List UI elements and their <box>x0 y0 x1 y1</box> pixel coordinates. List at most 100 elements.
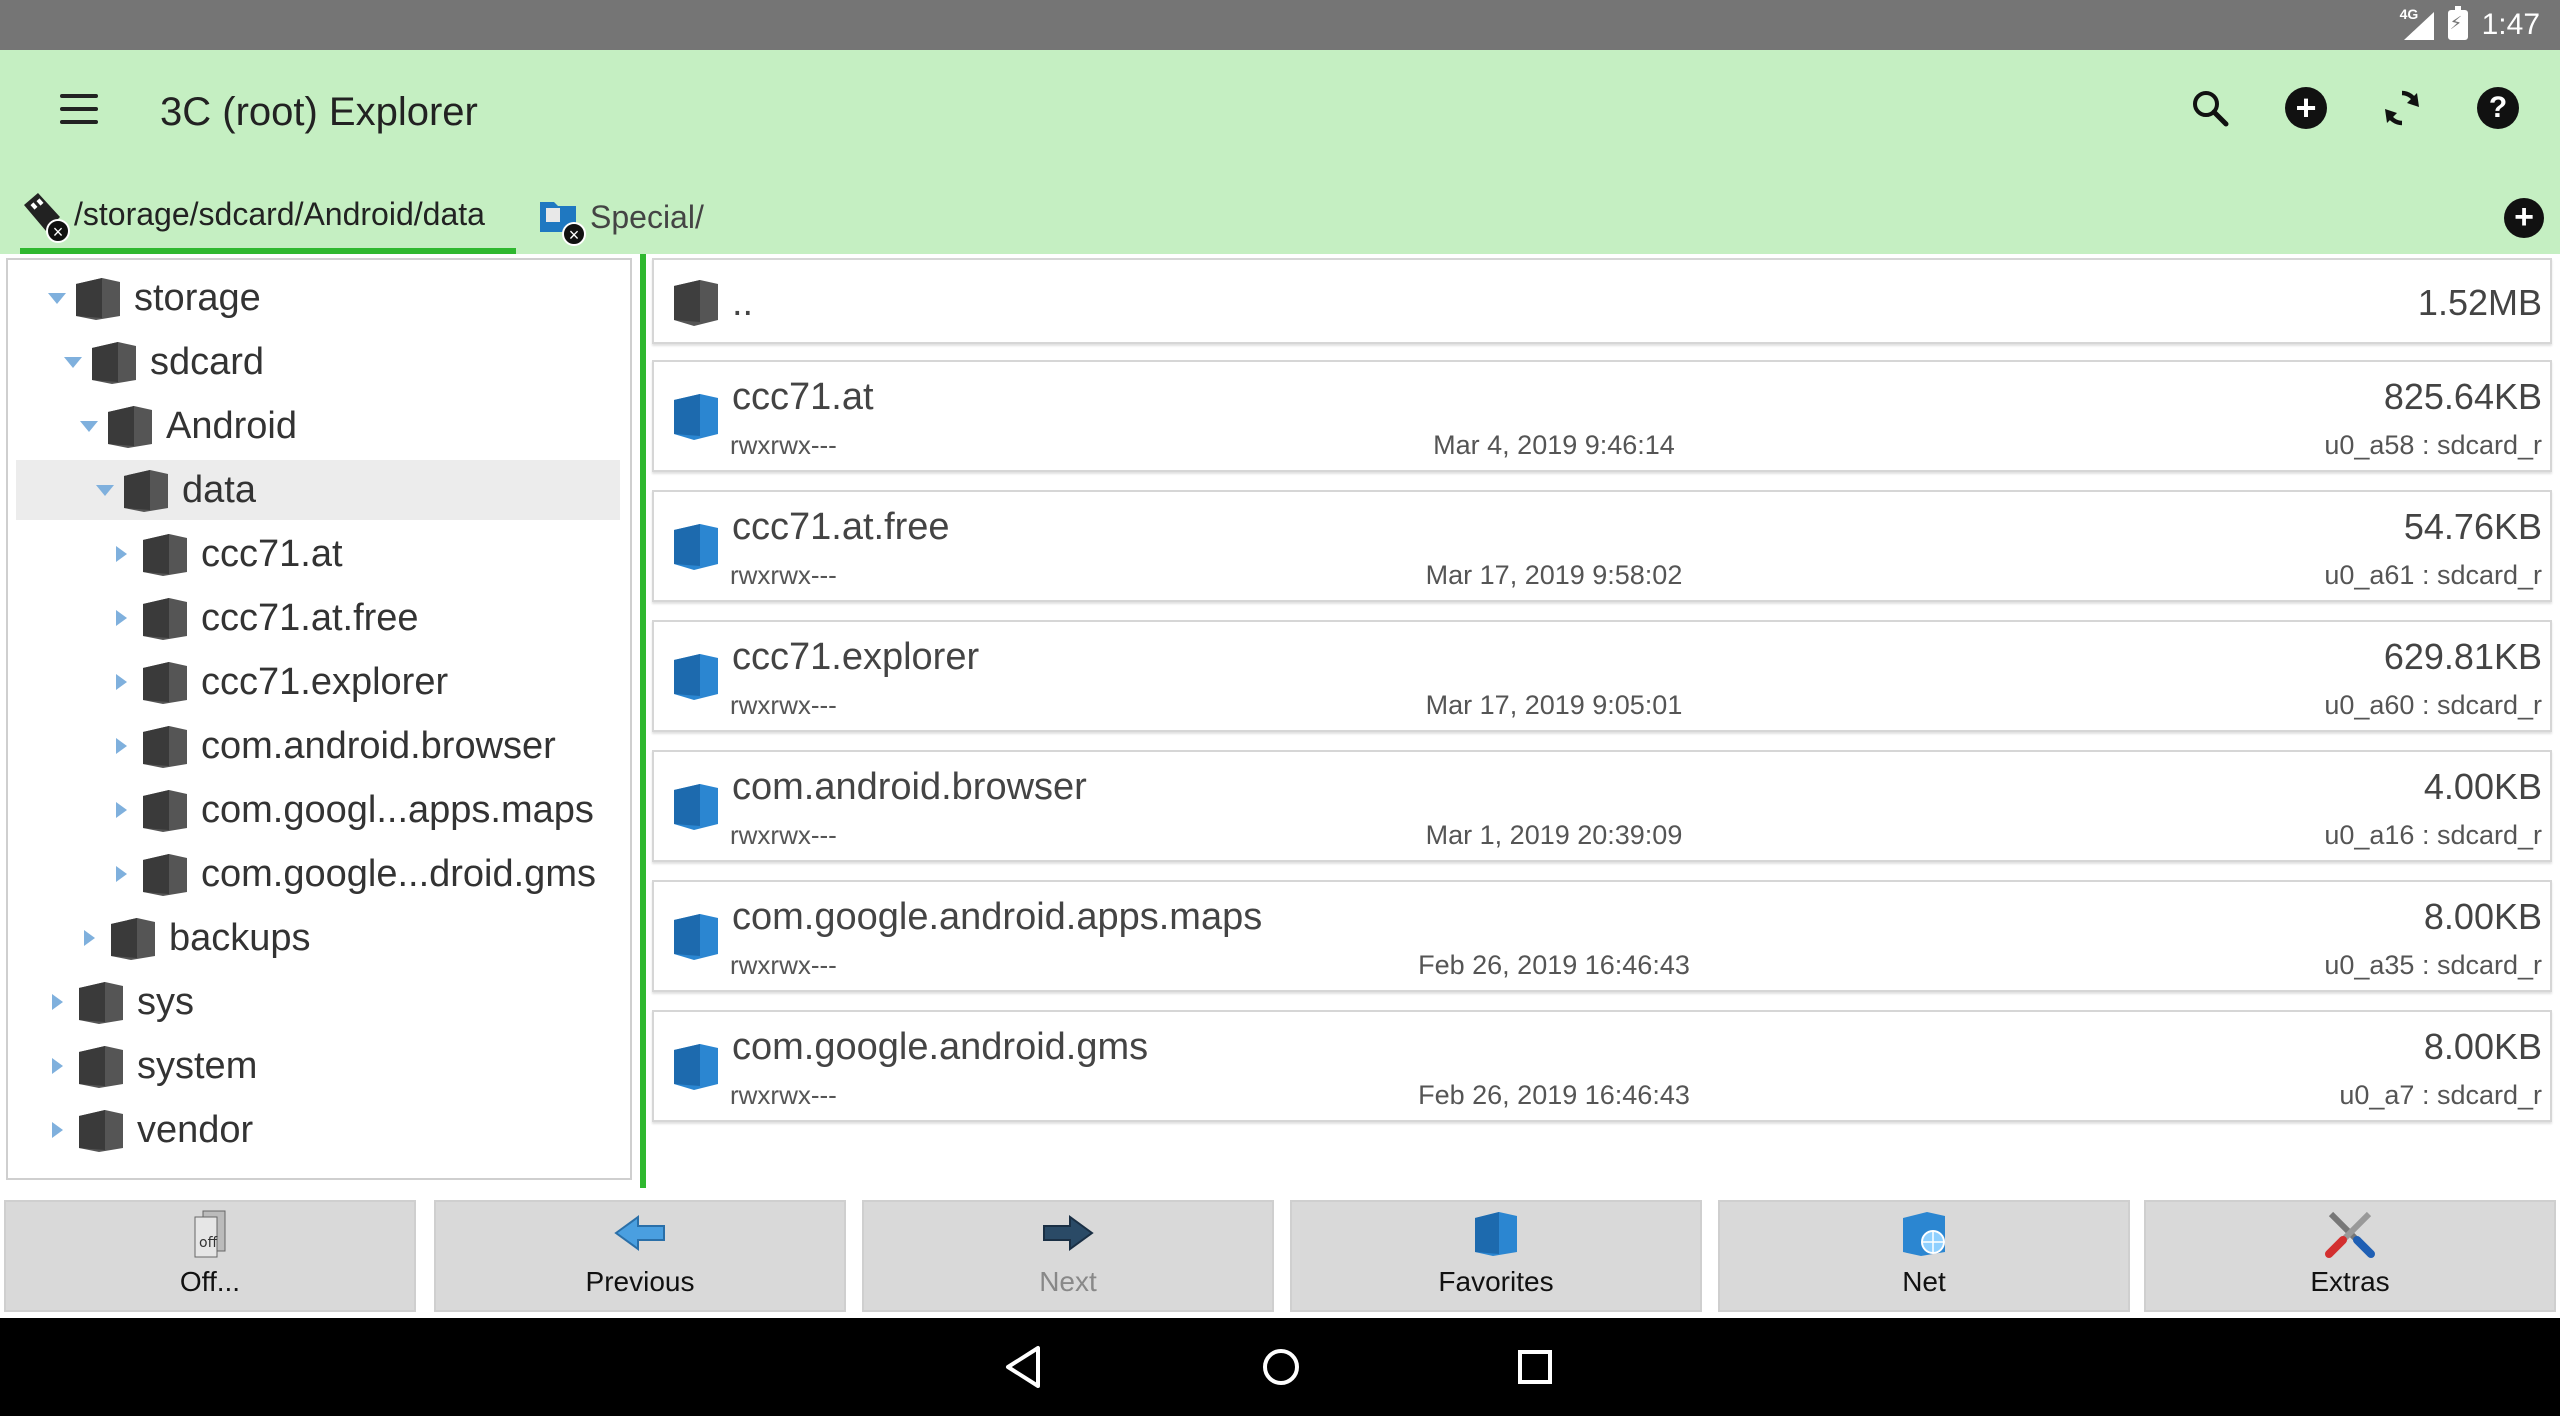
collapse-arrow-icon[interactable] <box>80 420 98 432</box>
tree-item[interactable]: com.google...droid.gms <box>8 844 596 904</box>
file-date: Feb 26, 2019 16:46:43 <box>1418 950 1690 980</box>
button-label: Previous <box>585 1266 695 1297</box>
tree-item-label: ccc71.at.free <box>201 596 419 639</box>
recents-icon[interactable] <box>1508 1340 1562 1394</box>
tree-item-label: com.android.browser <box>201 724 556 767</box>
file-owner: u0_a60 : sdcard_r <box>2324 690 2542 720</box>
file-row[interactable]: com.android.browser rwxrwx--- Mar 1, 2019 … <box>652 750 2552 862</box>
folder-icon <box>90 340 138 384</box>
folder-icon <box>670 276 722 328</box>
tree-item-label: sdcard <box>150 340 265 383</box>
expand-arrow-icon[interactable] <box>52 994 63 1010</box>
tree-item[interactable]: vendor <box>8 1100 253 1160</box>
path-tabs: × /storage/sdcard/Android/data × Special… <box>0 180 2560 254</box>
office-button[interactable]: off Off... <box>4 1200 416 1312</box>
button-label: Net <box>1902 1266 1946 1297</box>
file-name: ccc71.at.free <box>732 506 950 548</box>
help-icon[interactable]: ? <box>2476 86 2520 130</box>
expand-arrow-icon[interactable] <box>84 930 95 946</box>
file-name: com.android.browser <box>732 766 1087 808</box>
tree-item[interactable]: ccc71.explorer <box>8 652 448 712</box>
file-name: com.google.android.apps.maps <box>732 896 1263 938</box>
home-icon[interactable] <box>1254 1340 1308 1394</box>
app-title: 3C (root) Explorer <box>160 90 478 134</box>
tree-item[interactable]: sys <box>8 972 194 1032</box>
tree-item[interactable]: storage <box>8 268 261 328</box>
add-tab-icon[interactable]: + <box>2504 198 2544 238</box>
arrow-right-icon <box>1040 1206 1096 1260</box>
tree-item[interactable]: Android <box>8 396 297 456</box>
file-owner: u0_a7 : sdcard_r <box>2339 1080 2542 1110</box>
tree-item-label: ccc71.explorer <box>201 660 449 703</box>
tree-item[interactable]: com.googl...apps.maps <box>8 780 594 840</box>
file-date: Mar 4, 2019 9:46:14 <box>1433 430 1675 460</box>
file-size: 825.64KB <box>2383 376 2542 417</box>
tree-item-label: backups <box>169 916 311 959</box>
tree-item-label: ccc71.at <box>201 532 343 575</box>
tab-label: /storage/sdcard/Android/data <box>74 195 485 232</box>
expand-arrow-icon[interactable] <box>116 738 127 754</box>
file-row[interactable]: com.google.android.apps.maps rwxrwx--- Feb… <box>652 880 2552 992</box>
expand-arrow-icon[interactable] <box>52 1058 63 1074</box>
search-icon[interactable] <box>2188 86 2232 130</box>
expand-arrow-icon[interactable] <box>116 674 127 690</box>
file-row[interactable]: ccc71.at rwxrwx--- Mar 4, 2019 9:46:14 825.… <box>652 360 2552 472</box>
pane-divider[interactable] <box>640 254 646 1188</box>
file-row[interactable]: ccc71.at.free rwxrwx--- Mar 17, 2019 9:58:… <box>652 490 2552 602</box>
tree-item-label: com.google...droid.gms <box>201 852 596 895</box>
expand-arrow-icon[interactable] <box>52 1122 63 1138</box>
folder-icon <box>106 404 154 448</box>
file-name: com.google.android.gms <box>732 1026 1149 1068</box>
folder-icon <box>122 468 170 512</box>
network-folder-icon <box>1896 1206 1952 1260</box>
file-owner: u0_a35 : sdcard_r <box>2324 950 2542 980</box>
status-bar: 4G 1:47 <box>0 0 2560 50</box>
close-tab-icon[interactable]: × <box>562 222 586 246</box>
collapse-arrow-icon[interactable] <box>48 292 66 304</box>
net-button[interactable]: Net <box>1718 1200 2130 1312</box>
folder-icon <box>109 916 157 960</box>
collapse-arrow-icon[interactable] <box>64 356 82 368</box>
menu-icon[interactable] <box>60 94 98 128</box>
previous-button[interactable]: Previous <box>434 1200 846 1312</box>
file-size: 629.81KB <box>2383 636 2542 677</box>
tab-special[interactable]: × Special/ <box>536 180 736 254</box>
collapse-arrow-icon[interactable] <box>96 484 114 496</box>
tree-item[interactable]: data <box>16 460 620 520</box>
expand-arrow-icon[interactable] <box>116 802 127 818</box>
tree-item[interactable]: system <box>8 1036 257 1096</box>
office-files-icon: off <box>182 1206 238 1260</box>
tree-item-label: sys <box>137 980 194 1023</box>
file-row[interactable]: com.google.android.gms rwxrwx--- Feb 26, 2… <box>652 1010 2552 1122</box>
refresh-icon[interactable] <box>2380 86 2424 130</box>
next-button[interactable]: Next <box>862 1200 1274 1312</box>
tree-item[interactable]: sdcard <box>8 332 264 392</box>
back-icon[interactable] <box>998 1340 1052 1394</box>
folder-icon <box>141 788 189 832</box>
expand-arrow-icon[interactable] <box>116 610 127 626</box>
folder-icon <box>77 1044 125 1088</box>
extras-button[interactable]: Extras <box>2144 1200 2556 1312</box>
parent-directory-row[interactable]: .. 1.52MB <box>652 258 2552 344</box>
tree-item[interactable]: com.android.browser <box>8 716 556 776</box>
tree-item[interactable]: ccc71.at <box>8 524 343 584</box>
expand-arrow-icon[interactable] <box>116 546 127 562</box>
close-tab-icon[interactable]: × <box>46 219 70 243</box>
tree-item[interactable]: ccc71.at.free <box>8 588 419 648</box>
file-owner: u0_a58 : sdcard_r <box>2324 430 2542 460</box>
tree-item-label: Android <box>166 404 297 447</box>
svg-text:off: off <box>199 1235 218 1251</box>
folder-tree[interactable]: storage sdcard Android data ccc71.at ccc71.at… <box>6 258 632 1180</box>
tree-item[interactable]: backups <box>8 908 311 968</box>
bottom-action-bar: off Off... Previous Next Favorites Net E… <box>0 1196 2560 1318</box>
tree-item-label: storage <box>134 276 261 319</box>
favorites-folder-icon <box>1468 1206 1524 1260</box>
tab-label: Special/ <box>590 198 704 235</box>
add-circle-icon[interactable]: + <box>2284 86 2328 130</box>
button-label: Off... <box>179 1266 241 1297</box>
expand-arrow-icon[interactable] <box>116 866 127 882</box>
favorites-button[interactable]: Favorites <box>1290 1200 1702 1312</box>
tab-storage-path[interactable]: × /storage/sdcard/Android/data <box>20 180 516 254</box>
file-date: Mar 1, 2019 20:39:09 <box>1425 820 1683 850</box>
file-row[interactable]: ccc71.explorer rwxrwx--- Mar 17, 2019 9:05… <box>652 620 2552 732</box>
